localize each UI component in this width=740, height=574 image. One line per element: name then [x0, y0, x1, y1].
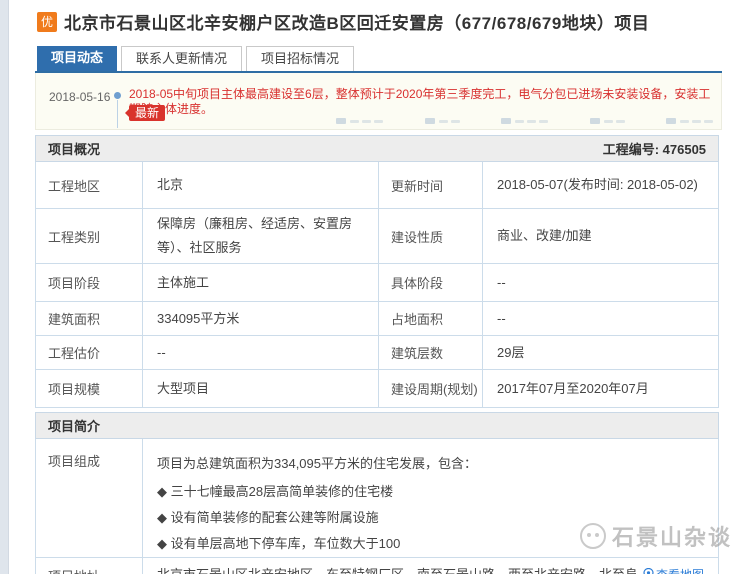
page-header: 优 北京市石景山区北辛安棚户区改造B区回迁安置房（677/678/679地块）项… — [37, 9, 727, 34]
row-value: -- — [483, 302, 719, 336]
row-value: 334095平方米 — [143, 302, 379, 336]
page-left-margin — [0, 0, 9, 574]
composition-line: ◆ 三十七幢最高28层高简单装修的住宅楼 — [157, 479, 708, 505]
row-label: 工程类别 — [36, 209, 143, 264]
table-row: 建筑面积 334095平方米 占地面积 -- — [36, 302, 719, 336]
intro-section-title: 项目简介 — [48, 416, 100, 435]
tab-bar: 项目动态 联系人更新情况 项目招标情况 — [37, 46, 358, 71]
row-value: 2017年07月至2020年07月 — [483, 370, 719, 408]
row-value: 北京 — [143, 162, 379, 209]
row-label: 建设周期(规划) — [379, 370, 483, 408]
latest-badge: 最新 — [129, 105, 165, 121]
row-label: 项目规模 — [36, 370, 143, 408]
row-label: 具体阶段 — [379, 264, 483, 302]
row-value: 29层 — [483, 336, 719, 370]
tab-bidding-info[interactable]: 项目招标情况 — [246, 46, 354, 71]
row-value: 保障房（廉租房、经适房、安置房等）、社区服务 — [143, 209, 379, 264]
row-label: 更新时间 — [379, 162, 483, 209]
row-value: -- — [143, 336, 379, 370]
overview-section-title: 项目概况 — [48, 139, 100, 158]
row-label: 项目阶段 — [36, 264, 143, 302]
row-value: -- — [483, 264, 719, 302]
table-row: 工程类别 保障房（廉租房、经适房、安置房等）、社区服务 建设性质 商业、改建/加… — [36, 209, 719, 264]
row-value: 2018-05-07(发布时间: 2018-05-02) — [483, 162, 719, 209]
table-row: 项目阶段 主体施工 具体阶段 -- — [36, 264, 719, 302]
row-label: 项目组成 — [36, 439, 143, 558]
blurred-link-icons — [336, 117, 716, 125]
table-row: 项目地址 查看地图 北京市石景山区北辛安地区，东至特钢厂区，南至石景山路，西至北… — [36, 558, 719, 574]
page-title: 北京市石景山区北辛安棚户区改造B区回迁安置房（677/678/679地块）项目 — [64, 9, 649, 34]
row-value: 主体施工 — [143, 264, 379, 302]
project-address: 北京市石景山区北辛安地区，东至特钢厂区，南至石景山路，西至北辛安路，北至阜石路 — [157, 567, 638, 574]
timeline-dot-icon — [114, 92, 121, 99]
update-text: 2018-05中旬项目主体最高建设至6层，整体预计于2020年第三季度完工，电气… — [129, 87, 719, 117]
row-label: 工程估价 — [36, 336, 143, 370]
row-label: 工程地区 — [36, 162, 143, 209]
row-label: 占地面积 — [379, 302, 483, 336]
row-value: 商业、改建/加建 — [483, 209, 719, 264]
project-code: 工程编号: 476505 — [603, 139, 706, 158]
tab-contact-updates[interactable]: 联系人更新情况 — [121, 46, 242, 71]
view-map-link[interactable]: 查看地图 — [643, 563, 704, 574]
table-row: 工程估价 -- 建筑层数 29层 — [36, 336, 719, 370]
composition-line: 项目为总建筑面积为334,095平方米的住宅发展，包含： — [157, 451, 708, 477]
tab-project-updates[interactable]: 项目动态 — [37, 46, 117, 71]
table-row: 项目规模 大型项目 建设周期(规划) 2017年07月至2020年07月 — [36, 370, 719, 408]
composition-line: ◆ 设有简单装修的配套公建等附属设施 — [157, 505, 708, 531]
update-date: 2018-05-16 — [49, 90, 110, 104]
timeline-line — [117, 100, 118, 128]
table-row: 工程地区 北京 更新时间 2018-05-07(发布时间: 2018-05-02… — [36, 162, 719, 209]
quality-badge: 优 — [37, 12, 57, 32]
project-updates-panel: 2018-05-16 2018-05中旬项目主体最高建设至6层，整体预计于202… — [35, 73, 722, 130]
row-label: 建筑层数 — [379, 336, 483, 370]
project-intro-table: 项目简介 项目组成 项目为总建筑面积为334,095平方米的住宅发展，包含： ◆… — [35, 412, 719, 574]
row-label: 项目地址 — [36, 558, 143, 574]
project-overview-table: 项目概况 工程编号: 476505 工程地区 北京 更新时间 2018-05-0… — [35, 135, 719, 408]
table-row: 项目组成 项目为总建筑面积为334,095平方米的住宅发展，包含： ◆ 三十七幢… — [36, 439, 719, 558]
composition-line: ◆ 设有单层高地下停车库，车位数大于100 — [157, 531, 708, 557]
row-value: 大型项目 — [143, 370, 379, 408]
map-pin-icon — [643, 568, 654, 574]
row-label: 建设性质 — [379, 209, 483, 264]
row-label: 建筑面积 — [36, 302, 143, 336]
